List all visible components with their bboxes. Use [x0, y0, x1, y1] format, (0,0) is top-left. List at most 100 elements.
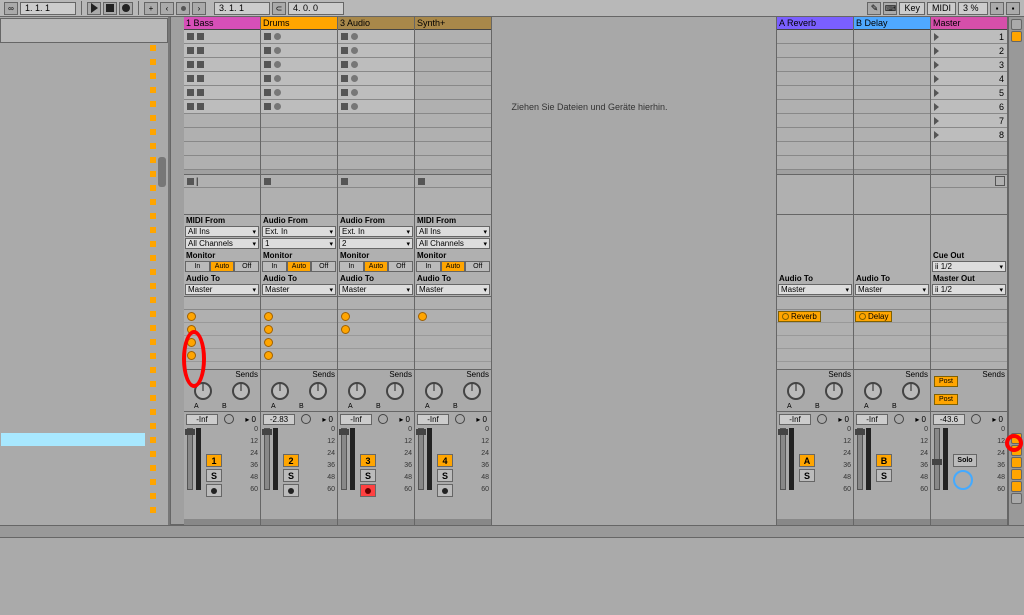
send-b-knob[interactable]	[463, 382, 481, 400]
track-title[interactable]: B Delay	[854, 17, 930, 30]
output-select[interactable]: Master	[855, 284, 929, 295]
track-title[interactable]: Synth+	[415, 17, 491, 30]
position-display-1[interactable]: 1. 1. 1	[20, 2, 76, 15]
midi-map-button[interactable]: MIDI	[927, 2, 956, 15]
send-b-knob[interactable]	[232, 382, 250, 400]
send-slot[interactable]	[415, 310, 491, 323]
punch-in-button[interactable]: ‹	[160, 2, 174, 15]
solo-button[interactable]: S	[437, 469, 453, 482]
draw-mode-button[interactable]: ✎	[867, 2, 881, 15]
clip-slot[interactable]	[184, 142, 260, 156]
play-button[interactable]	[87, 2, 101, 15]
arm-button[interactable]	[360, 484, 376, 497]
track-title[interactable]: Master	[931, 17, 1007, 30]
output-select[interactable]: Master	[778, 284, 852, 295]
stop-button[interactable]	[103, 2, 117, 15]
scene-launch[interactable]: 7	[931, 114, 1007, 128]
clip-slot[interactable]	[184, 114, 260, 128]
clip-slot[interactable]	[261, 30, 337, 44]
monitor-auto-button[interactable]: Auto	[210, 261, 235, 272]
monitor-in-button[interactable]: In	[339, 261, 364, 272]
send-slot[interactable]	[338, 336, 414, 349]
cue-out-select[interactable]: ii 1/2	[932, 261, 1006, 272]
monitor-in-button[interactable]: In	[416, 261, 441, 272]
pan-knob[interactable]	[971, 414, 981, 424]
link-icon[interactable]: ∞	[4, 2, 18, 15]
clip-slot[interactable]	[415, 114, 491, 128]
arm-button[interactable]	[206, 484, 222, 497]
clip-slot[interactable]	[184, 30, 260, 44]
loop-start-display[interactable]: 3. 1. 1	[214, 2, 270, 15]
browser-selected-item[interactable]	[1, 433, 145, 446]
returns-section-toggle[interactable]	[1011, 457, 1022, 468]
clip-slot[interactable]	[415, 72, 491, 86]
send-slot[interactable]	[415, 336, 491, 349]
monitor-off-button[interactable]: Off	[234, 261, 259, 272]
input-channel-select[interactable]: 1	[262, 238, 336, 249]
solo-button[interactable]: S	[876, 469, 892, 482]
monitor-off-button[interactable]: Off	[465, 261, 490, 272]
send-b-knob[interactable]	[309, 382, 327, 400]
send-a-knob[interactable]	[864, 382, 882, 400]
input-channel-select[interactable]: 2	[339, 238, 413, 249]
monitor-auto-button[interactable]: Auto	[287, 261, 312, 272]
scene-launch[interactable]: 3	[931, 58, 1007, 72]
clip-slot[interactable]	[338, 58, 414, 72]
send-slot[interactable]	[261, 336, 337, 349]
volume-display[interactable]: -43.6	[933, 414, 965, 425]
browser-header[interactable]	[0, 18, 168, 43]
track-activator-button[interactable]: 4	[437, 454, 453, 467]
track-activator-button[interactable]: 1	[206, 454, 222, 467]
track-title[interactable]: Drums	[261, 17, 337, 30]
key-map-button[interactable]: Key	[899, 2, 925, 15]
clip-slot[interactable]	[184, 156, 260, 170]
clip-slot[interactable]	[415, 86, 491, 100]
clip-slot[interactable]	[261, 156, 337, 170]
send-slot[interactable]	[338, 310, 414, 323]
volume-fader[interactable]	[934, 428, 940, 490]
volume-display[interactable]: -Inf	[856, 414, 888, 425]
volume-display[interactable]: -Inf	[340, 414, 372, 425]
clip-slot[interactable]	[261, 100, 337, 114]
track-activator-button[interactable]: 2	[283, 454, 299, 467]
scene-launch[interactable]: 5	[931, 86, 1007, 100]
clip-slot[interactable]	[184, 100, 260, 114]
monitor-in-button[interactable]: In	[185, 261, 210, 272]
clip-slot[interactable]	[261, 44, 337, 58]
clip-slot[interactable]	[338, 86, 414, 100]
scene-launch[interactable]: 4	[931, 72, 1007, 86]
arm-button[interactable]	[437, 484, 453, 497]
solo-button[interactable]: S	[283, 469, 299, 482]
track-title[interactable]: 3 Audio	[338, 17, 414, 30]
clip-slot[interactable]	[415, 100, 491, 114]
solo-cue-button[interactable]: Solo	[953, 454, 977, 467]
volume-fader[interactable]	[264, 428, 270, 490]
clip-slot[interactable]	[184, 58, 260, 72]
loop-button[interactable]	[176, 2, 190, 15]
input-type-select[interactable]: Ext. In	[339, 226, 413, 237]
crossfade-section-toggle[interactable]	[1011, 481, 1022, 492]
io-section-toggle[interactable]	[1011, 433, 1022, 444]
track-title[interactable]: A Reverb	[777, 17, 853, 30]
volume-fader[interactable]	[418, 428, 424, 490]
output-select[interactable]: Master	[262, 284, 336, 295]
send-slot[interactable]	[261, 349, 337, 362]
clip-slot[interactable]	[338, 72, 414, 86]
clip-slot[interactable]	[415, 128, 491, 142]
record-button[interactable]	[119, 2, 133, 15]
output-select[interactable]: Master	[339, 284, 413, 295]
detail-title-bar[interactable]	[0, 525, 1024, 538]
clip-slot[interactable]	[415, 44, 491, 58]
pan-knob[interactable]	[224, 414, 234, 424]
send-b-knob[interactable]	[386, 382, 404, 400]
return-label[interactable]: Reverb	[778, 311, 821, 322]
clip-slot[interactable]	[338, 30, 414, 44]
clip-slot[interactable]	[338, 44, 414, 58]
pan-knob[interactable]	[378, 414, 388, 424]
send-slot[interactable]	[338, 349, 414, 362]
monitor-auto-button[interactable]: Auto	[364, 261, 389, 272]
pan-knob[interactable]	[817, 414, 827, 424]
punch-out-button[interactable]: ›	[192, 2, 206, 15]
monitor-off-button[interactable]: Off	[388, 261, 413, 272]
clip-slot[interactable]	[261, 86, 337, 100]
